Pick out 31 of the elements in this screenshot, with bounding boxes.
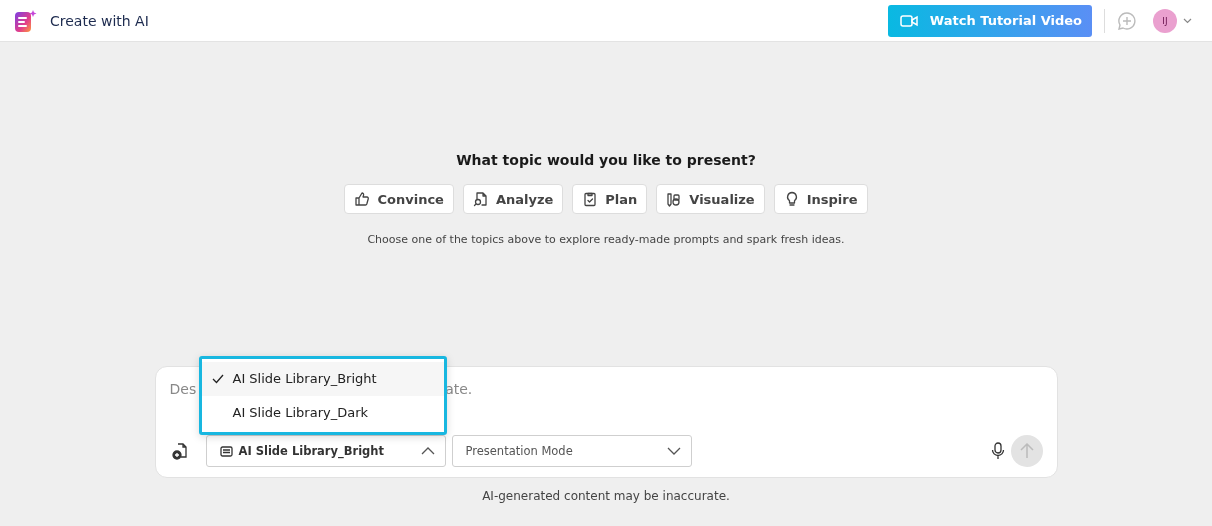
chat-add-icon[interactable] <box>1117 10 1137 31</box>
library-select[interactable]: AI Slide Library_Bright <box>205 435 446 467</box>
pen-shapes-icon <box>666 191 683 207</box>
topic-chip[interactable]: Visualize <box>656 184 765 214</box>
clipboard-check-icon <box>582 191 599 207</box>
chevron-down-icon <box>666 447 681 455</box>
thumbs-up-icon <box>354 191 371 207</box>
prompt-placeholder: ate. <box>445 381 473 399</box>
chevron-down-icon[interactable] <box>1183 17 1192 24</box>
prompt-placeholder: Des <box>169 381 197 399</box>
attach-file-icon[interactable] <box>171 442 188 460</box>
mode-select[interactable]: Presentation Mode <box>451 435 692 467</box>
checkmark-icon <box>211 373 224 384</box>
disclaimer-text: AI-generated content may be inaccurate. <box>482 489 730 503</box>
arrow-up-icon <box>1019 443 1034 459</box>
topic-chip[interactable]: Inspire <box>773 184 868 214</box>
topic-chip[interactable]: Analyze <box>462 184 564 214</box>
topic-chip[interactable]: Plan <box>572 184 648 214</box>
microphone-icon[interactable] <box>990 442 1005 460</box>
app-title: Create with AI <box>50 12 149 29</box>
topic-heading: What topic would you like to present? <box>456 152 756 168</box>
library-option[interactable]: AI Slide Library_Bright <box>201 362 444 396</box>
user-avatar[interactable]: IJ <box>1153 8 1177 33</box>
logo-icon <box>14 8 38 33</box>
library-option[interactable]: AI Slide Library_Dark <box>201 395 444 429</box>
topic-chip[interactable]: Convince <box>344 184 454 214</box>
video-camera-icon <box>899 13 918 28</box>
topic-hint: Choose one of the topics above to explore ready-made prompts and spark fresh ideas. <box>367 233 845 246</box>
slides-icon <box>219 445 233 457</box>
chevron-up-icon <box>420 447 435 455</box>
document-search-icon <box>472 191 489 207</box>
